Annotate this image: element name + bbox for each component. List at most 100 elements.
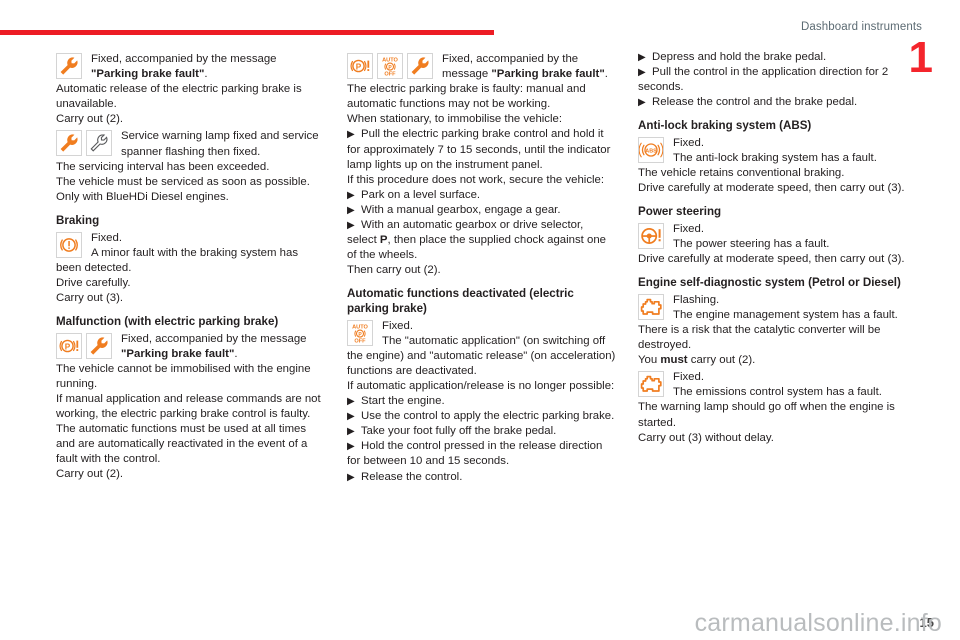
warning-lamp-entry: Fixed. The power steering has a fault. Dr…	[638, 222, 907, 267]
list-item-label: Release the control and the brake pedal.	[652, 96, 858, 109]
warning-icon-group	[638, 293, 668, 320]
list-item: ▶ Take your foot fully off the brake ped…	[347, 424, 616, 439]
warning-lead-text: Fixed, accompanied by the message "Parki…	[91, 53, 277, 81]
svg-text:P: P	[65, 342, 71, 351]
warning-icon-group	[56, 231, 86, 258]
spanner-orange-icon	[86, 332, 112, 359]
warning-lead-text: Fixed, accompanied by the message "Parki…	[442, 53, 608, 81]
warning-lead-text: Fixed. The emissions control system has a…	[673, 371, 882, 399]
section-heading: Braking	[56, 213, 100, 227]
bullet-arrow-icon: ▶	[638, 67, 646, 79]
list-item-label: Release the control.	[361, 470, 463, 483]
warning-icon-group: ABS	[638, 136, 668, 163]
list-item: ▶ Use the control to apply the electric …	[347, 409, 616, 424]
body-paragraph: If this procedure does not work, secure …	[347, 173, 605, 186]
warning-body-text: The electric parking brake is faulty: ma…	[347, 83, 586, 126]
warning-lamp-entry: Fixed. A minor fault with the braking sys…	[56, 231, 325, 306]
warning-lead-text: Service warning lamp fixed and service s…	[121, 130, 319, 158]
warning-body-text: The warning lamp should go off when the …	[638, 401, 895, 444]
bullet-arrow-icon: ▶	[347, 441, 355, 453]
list-item: ▶ Start the engine.	[347, 394, 616, 409]
svg-text:ABS: ABS	[645, 148, 657, 154]
warning-lamp-entry: ABS Fixed. The anti-lock braking system h…	[638, 136, 907, 196]
list-item-label: Park on a level surface.	[361, 188, 481, 201]
engine-check-icon	[638, 371, 664, 398]
warning-icon-group: AUTO P OFF	[347, 319, 377, 346]
warning-icon-group: P AUTO P OFF	[347, 53, 437, 79]
warning-body-text: The servicing interval has been exceeded…	[56, 160, 310, 203]
section-heading: Malfunction (with electric parking brake…	[56, 315, 279, 328]
list-item-label: With a manual gearbox, engage a gear.	[361, 203, 561, 216]
list-item: ▶ Release the control and the brake peda…	[638, 95, 907, 110]
section-heading: Engine self-diagnostic system (Petrol or…	[638, 276, 901, 290]
warning-lamp-entry: Flashing. The engine management system ha…	[638, 293, 907, 368]
warning-lead-text: Fixed. A minor fault with the braking sys…	[56, 231, 299, 274]
warning-lead-text: Flashing. The engine management system ha…	[673, 293, 898, 321]
bullet-arrow-icon: ▶	[347, 411, 355, 423]
chapter-number-marker: 1	[908, 33, 934, 82]
list-item-label: Take your foot fully off the brake pedal…	[360, 425, 557, 438]
list-item: ▶ Release the control.	[347, 470, 616, 485]
list-item: ▶ Park on a level surface.	[347, 188, 616, 203]
header-red-rule	[0, 30, 494, 35]
list-item-label: Start the engine.	[361, 395, 445, 408]
warning-icon-group	[56, 130, 116, 157]
bullet-arrow-icon: ▶	[347, 204, 355, 216]
warning-lead-text: Fixed. The power steering has a fault.	[673, 222, 830, 251]
auto-parking-brake-off-icon: AUTO P OFF	[347, 319, 373, 346]
spanner-outline-icon	[86, 130, 112, 157]
svg-text:OFF: OFF	[354, 338, 366, 344]
list-item-label: With an automatic gearbox or drive selec…	[347, 219, 607, 262]
bullet-arrow-icon: ▶	[638, 97, 646, 109]
column-middle: P AUTO P OFF Fixed, accompanied by the m…	[347, 50, 616, 485]
bullet-arrow-icon: ▶	[347, 471, 355, 483]
emphasis-text: "Parking brake fault"	[491, 68, 605, 81]
warning-icon-group: P	[56, 332, 116, 359]
warning-lamp-entry: P AUTO P OFF Fixed, accompanied by the m…	[347, 52, 616, 127]
svg-text:AUTO: AUTO	[382, 57, 398, 63]
warning-icon-group	[638, 222, 668, 249]
warning-lead-text: Fixed, accompanied by the message "Parki…	[121, 332, 307, 360]
warning-icon-group	[638, 371, 668, 398]
list-item: ▶ Pull the electric parking brake contro…	[347, 127, 616, 172]
parking-brake-fault-icon: P	[347, 53, 373, 79]
warning-body-text: There is a risk that the catalytic conve…	[638, 324, 881, 367]
auto-parking-brake-off-icon: AUTO P OFF	[377, 53, 403, 79]
spanner-orange-icon	[407, 53, 433, 79]
spanner-orange-icon	[56, 130, 82, 157]
bullet-arrow-icon: ▶	[347, 189, 355, 201]
warning-body-text: The vehicle cannot be immobilised with t…	[56, 362, 321, 481]
warning-body-text: Automatic release of the electric parkin…	[56, 83, 302, 126]
body-paragraph: Then carry out (2).	[347, 264, 441, 277]
spanner-orange-icon	[56, 53, 82, 79]
svg-text:AUTO: AUTO	[352, 324, 368, 330]
section-heading: Anti-lock braking system (ABS)	[638, 119, 812, 133]
site-watermark: carmanualsonline.info	[694, 609, 942, 637]
warning-lead-text: Fixed. The anti-lock braking system has a…	[673, 136, 877, 165]
bullet-arrow-icon: ▶	[347, 220, 355, 232]
warning-lead-text: Fixed. The "automatic application" (on sw…	[347, 319, 616, 377]
section-heading: Power steering	[638, 205, 722, 219]
list-item-label: Pull the control in the application dire…	[638, 66, 889, 94]
list-item-label: Depress and hold the brake pedal.	[652, 51, 827, 63]
abs-warning-icon: ABS	[638, 136, 664, 163]
column-left: Fixed, accompanied by the message "Parki…	[56, 50, 325, 483]
page-header-title: Dashboard instruments	[801, 21, 922, 33]
page-content: Fixed, accompanied by the message "Parki…	[56, 50, 908, 610]
list-item-label: Hold the control pressed in the release …	[347, 440, 603, 468]
bullet-arrow-icon: ▶	[347, 129, 355, 141]
warning-body-text: The vehicle retains conventional braking…	[638, 167, 905, 195]
warning-body-text: Drive carefully. Carry out (3).	[56, 276, 131, 304]
list-item: ▶ Pull the control in the application di…	[638, 65, 907, 95]
warning-body-text: If automatic application/release is no l…	[347, 379, 615, 392]
list-item-label: Pull the electric parking brake control …	[347, 128, 611, 171]
warning-lamp-entry: P Fixed, accompanied by the message "Par…	[56, 332, 325, 483]
bullet-arrow-icon: ▶	[638, 52, 646, 63]
section-heading: Automatic functions deactivated (electri…	[347, 287, 574, 315]
list-item: ▶ Hold the control pressed in the releas…	[347, 439, 616, 469]
three-column-layout: Fixed, accompanied by the message "Parki…	[56, 50, 908, 485]
emphasis-text: "Parking brake fault"	[91, 68, 205, 81]
list-item: ▶ Depress and hold the brake pedal.	[638, 50, 907, 65]
svg-text:OFF: OFF	[384, 71, 396, 77]
parking-brake-fault-icon: P	[56, 332, 82, 359]
